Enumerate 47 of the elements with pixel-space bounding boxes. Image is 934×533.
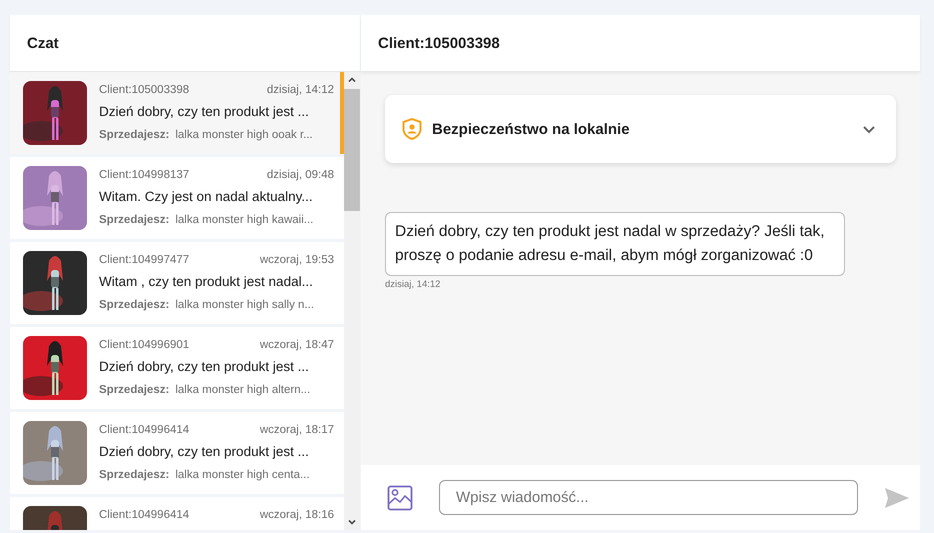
chevron-icon[interactable] [862,124,876,134]
message-preview: Witam , czy ten produkt jest nadal... [99,274,314,289]
seller-label: Sprzedajesz: [99,129,170,141]
message-time: wczoraj, 18:47 [260,339,334,351]
client-name: Client:104996901 [99,339,190,351]
seller-label: Sprzedajesz: [99,469,170,481]
seller-label: Sprzedajesz: [99,299,170,311]
product-name: lalka monster high altern... [175,384,310,396]
conversation-item[interactable]: Client:104998137 dzisiaj, 09:48 Witam. Czy jest on nadal aktualny... Sprzedajesz: lalka monster high kawaii... [10,157,344,239]
shield-user-icon [402,118,422,140]
client-name: Client:104996414 [99,509,190,521]
conversation-item[interactable]: Client:104996414 wczoraj, 18:16 [10,497,344,530]
image-icon[interactable] [387,484,413,510]
message-time: dzisiaj, 09:48 [266,169,334,181]
conversation-item[interactable]: Client:104997477 wczoraj, 19:53 Witam , czy ten produkt jest nadal... Sprzedajesz: lalka monster high sally n... [10,242,344,324]
message-preview: Witam. Czy jest on nadal aktualny... [99,189,314,204]
message-input[interactable]: Wpisz wiadomość... [439,480,858,515]
safety-panel[interactable]: Bezpieczeństwo na lokalnie [385,95,896,163]
conversation-item[interactable]: Client:105003398 dzisiaj, 14:12 Dzień dobry, czy ten produkt jest ... Sprzedajesz: lalka monster high ooak r... [10,72,344,154]
message-preview: Dzień dobry, czy ten produkt jest ... [99,104,310,119]
scrollbar[interactable] [344,72,360,530]
client-name: Client:104998137 [99,169,190,181]
message-preview: Dzień dobry, czy ten produkt jest ... [99,359,310,374]
message-time: wczoraj, 18:16 [260,509,334,521]
chevron-up-icon[interactable] [347,75,357,85]
client-name: Client:104997477 [99,254,190,266]
message-time: dzisiaj, 14:12 [266,84,334,96]
product-name: lalka monster high sally n... [175,299,314,311]
message-time: dzisiaj, 14:12 [385,279,442,290]
message-time: wczoraj, 19:53 [260,254,334,266]
chat-title: Client:105003398 [378,34,500,52]
message-preview: Dzień dobry, czy ten produkt jest ... [99,444,310,459]
product-name: lalka monster high kawaii... [175,214,314,226]
product-name: lalka monster high ooak r... [175,129,313,141]
panel-title: Bezpieczeństwo na lokalnie [432,120,631,138]
message-bubble: Dzień dobry, czy ten produkt jest nadal w sprzedaży? Jeśli tak, proszę o podanie adresu e-mail, abym mógł zorganizować :0 [385,212,845,276]
client-name: Client:104996414 [99,424,190,436]
seller-label: Sprzedajesz: [99,214,170,226]
seller-label: Sprzedajesz: [99,384,170,396]
chevron-down-icon[interactable] [347,517,357,527]
client-name: Client:105003398 [99,84,190,96]
scrollbar-thumb[interactable] [344,89,360,211]
panel-title: Czat [27,34,59,52]
message-time: wczoraj, 18:17 [260,424,334,436]
conversation-item[interactable]: Client:104996414 wczoraj, 18:17 Dzień dobry, czy ten produkt jest ... Sprzedajesz: lalka monster high centa... [10,412,344,494]
product-name: lalka monster high centa... [175,469,310,481]
conversation-item[interactable]: Client:104996901 wczoraj, 18:47 Dzień dobry, czy ten produkt jest ... Sprzedajesz: lalka monster high altern... [10,327,344,409]
